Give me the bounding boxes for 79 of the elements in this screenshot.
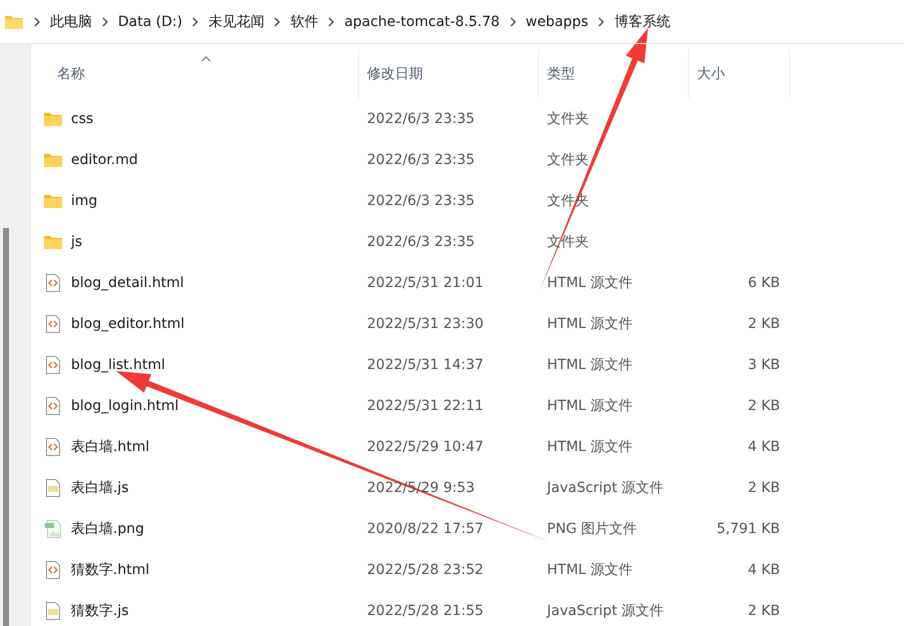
file-name[interactable]: 表白墙.html [71, 438, 150, 456]
file-name[interactable]: blog_login.html [71, 398, 179, 414]
file-name[interactable]: blog_editor.html [71, 316, 184, 332]
chevron-icon [273, 16, 282, 28]
file-type: HTML 源文件 [547, 560, 632, 578]
modified-date: 2022/6/3 23:35 [367, 192, 475, 208]
file-type: 文件夹 [547, 110, 589, 128]
file-size: 2 KB [748, 602, 780, 618]
breadcrumb-item[interactable]: Data (D:) [118, 14, 182, 30]
chevron-icon [597, 16, 606, 28]
breadcrumb-item[interactable]: apache-tomcat-8.5.78 [344, 14, 500, 30]
folder-icon [4, 14, 24, 30]
file-type: HTML 源文件 [547, 274, 632, 292]
breadcrumb-item[interactable]: webapps [526, 14, 588, 30]
chevron-icon [101, 16, 109, 28]
breadcrumb-item[interactable]: 软件 [290, 12, 318, 30]
chevron-icon [33, 16, 41, 28]
file-size: 6 KB [748, 274, 780, 290]
file-size: 5,791 KB [716, 520, 780, 536]
code-file-icon [44, 438, 62, 456]
file-name[interactable]: editor.md [71, 152, 138, 168]
code-file-icon [44, 396, 62, 414]
column-header[interactable]: 修改日期 [367, 65, 423, 83]
file-size: 2 KB [748, 398, 780, 414]
js-file-icon [44, 602, 62, 620]
file-type: HTML 源文件 [547, 314, 632, 332]
folder-icon [44, 112, 62, 126]
file-name[interactable]: blog_list.html [71, 356, 166, 372]
file-name[interactable]: 猜数字.html [71, 560, 150, 578]
file-type: HTML 源文件 [547, 356, 632, 374]
file-size: 4 KB [748, 438, 780, 454]
file-name[interactable]: blog_detail.html [71, 274, 184, 290]
modified-date: 2022/5/31 21:01 [367, 274, 484, 290]
modified-date: 2022/6/3 23:35 [367, 152, 475, 168]
modified-date: 2022/5/28 23:52 [367, 562, 484, 578]
file-type: PNG 图片文件 [547, 520, 638, 538]
breadcrumb-item[interactable]: 此电脑 [50, 12, 92, 30]
file-size: 2 KB [748, 316, 780, 332]
chevron-icon [508, 16, 517, 28]
code-file-icon [44, 274, 62, 292]
breadcrumb-item[interactable]: 博客系统 [614, 12, 670, 30]
file-type: 文件夹 [547, 150, 589, 168]
folder-icon [44, 194, 62, 208]
modified-date: 2022/5/31 22:11 [367, 398, 484, 414]
file-size: 3 KB [748, 356, 780, 372]
file-size: 2 KB [748, 480, 780, 496]
image-file-icon [44, 520, 62, 538]
file-size: 4 KB [748, 562, 780, 578]
file-type: HTML 源文件 [547, 438, 632, 456]
file-name[interactable]: 表白墙.js [71, 478, 129, 496]
file-name[interactable]: img [71, 192, 98, 208]
file-type: JavaScript 源文件 [547, 602, 664, 620]
folder-icon [44, 234, 62, 248]
modified-date: 2022/5/28 21:55 [367, 602, 484, 618]
file-name[interactable]: 表白墙.png [71, 520, 144, 538]
column-header[interactable]: 类型 [547, 65, 575, 83]
file-name[interactable]: css [71, 110, 94, 126]
scrollbar-thumb[interactable] [3, 228, 9, 626]
modified-date: 2022/5/31 14:37 [367, 356, 484, 372]
file-type: HTML 源文件 [547, 396, 632, 414]
js-file-icon [44, 478, 62, 496]
modified-date: 2022/5/29 10:47 [367, 438, 484, 454]
file-name[interactable]: js [71, 234, 82, 250]
code-file-icon [44, 314, 62, 332]
code-file-icon [44, 560, 62, 578]
chevron-icon [327, 16, 336, 28]
folder-icon [44, 152, 62, 166]
sort-caret-icon [201, 56, 211, 62]
breadcrumb-item[interactable]: 未见花闻 [208, 12, 264, 30]
chevron-icon [191, 16, 200, 28]
file-type: JavaScript 源文件 [547, 478, 664, 496]
code-file-icon [44, 356, 62, 374]
modified-date: 2020/8/22 17:57 [367, 520, 484, 536]
file-name[interactable]: 猜数字.js [71, 602, 129, 620]
modified-date: 2022/5/31 23:30 [367, 316, 484, 332]
modified-date: 2022/6/3 23:35 [367, 110, 475, 126]
column-header[interactable]: 名称 [57, 65, 85, 83]
column-header[interactable]: 大小 [697, 65, 725, 83]
modified-date: 2022/6/3 23:35 [367, 234, 475, 250]
